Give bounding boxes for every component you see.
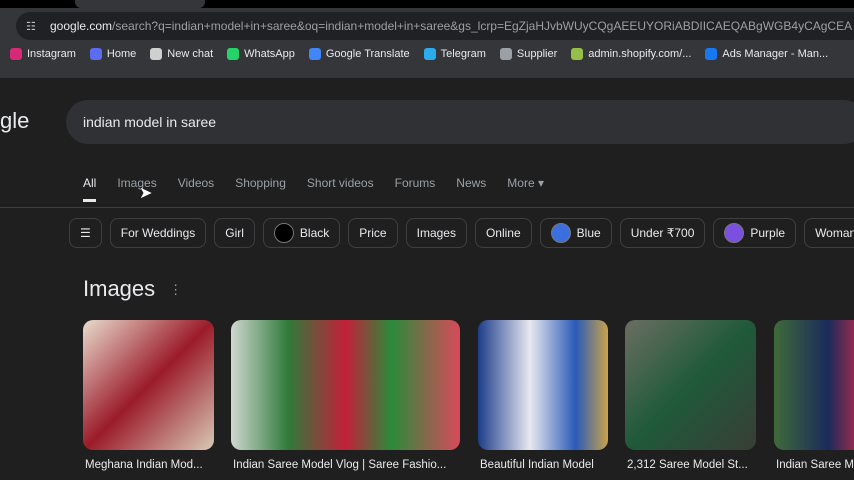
- bookmark-label: WhatsApp: [244, 48, 295, 60]
- filter-chip[interactable]: Black: [262, 218, 341, 248]
- google-logo[interactable]: gle: [0, 108, 29, 134]
- bookmark-item[interactable]: Home: [89, 48, 137, 60]
- filter-chip[interactable]: Online: [474, 218, 532, 248]
- filter-chip[interactable]: For Weddings: [109, 218, 207, 248]
- site-settings-icon[interactable]: ☷: [26, 20, 40, 33]
- tab-strip: [0, 0, 854, 8]
- more-options-icon[interactable]: ⋮: [169, 282, 182, 297]
- bookmark-icon: [89, 48, 102, 60]
- filter-chip[interactable]: Under ₹700: [619, 218, 706, 248]
- chip-label: Purple: [750, 226, 786, 240]
- tab-short-videos[interactable]: Short videos: [307, 176, 374, 202]
- chip-label: Woman: [815, 226, 854, 240]
- images-title: Images: [83, 276, 156, 301]
- bookmark-icon: [705, 48, 718, 60]
- chip-label: Under ₹700: [630, 226, 695, 240]
- tab-all[interactable]: All: [83, 176, 97, 202]
- image-result-5[interactable]: [774, 320, 854, 450]
- bookmark-icon: [10, 48, 22, 60]
- filter-chip[interactable]: Woman: [804, 218, 854, 248]
- bookmark-label: Supplier: [516, 48, 558, 60]
- tab-forums[interactable]: Forums: [395, 176, 436, 202]
- tab-videos[interactable]: Videos: [178, 176, 214, 202]
- filter-chips: ☰ For Weddings Girl Black Price Images Online…: [69, 218, 854, 248]
- color-swatch-icon: [550, 223, 571, 243]
- bookmark-item[interactable]: WhatsApp: [227, 48, 295, 60]
- chip-label: For Weddings: [120, 226, 196, 240]
- image-result-1[interactable]: [83, 320, 214, 450]
- bookmark-label: New chat: [167, 48, 214, 60]
- filter-settings-button[interactable]: ☰: [69, 218, 102, 248]
- bookmark-icon: [227, 48, 240, 60]
- bookmark-label: Home: [106, 48, 137, 60]
- image-caption[interactable]: Meghana Indian Mod...: [85, 459, 203, 471]
- bookmark-item[interactable]: Telegram: [423, 48, 486, 60]
- bookmark-icon: [308, 48, 321, 60]
- chip-label: Price: [359, 226, 387, 240]
- image-caption[interactable]: 2,312 Saree Model St...: [627, 459, 748, 471]
- tab-news[interactable]: News: [456, 176, 486, 202]
- bookmarks-bar: Instagram Home New chat WhatsApp Google Tran…: [10, 48, 828, 60]
- chip-label: Blue: [576, 226, 601, 240]
- search-tabs: All Images Videos Shopping Short videos Forum…: [83, 176, 565, 202]
- image-result-2[interactable]: [231, 320, 460, 450]
- images-section-heading: Images ⋮: [83, 276, 182, 302]
- browser-toolbar: ☷ google.com/search?q=indian+model+in+sa…: [0, 8, 854, 78]
- sliders-icon: ☰: [80, 226, 91, 240]
- address-bar[interactable]: ☷ google.com/search?q=indian+model+in+sa…: [16, 12, 854, 40]
- chip-label: Online: [485, 226, 521, 240]
- mouse-cursor-icon: ➤: [139, 185, 153, 202]
- image-caption[interactable]: Indian Saree M: [776, 459, 854, 471]
- bookmark-icon: [571, 48, 584, 60]
- bookmark-item[interactable]: Google Translate: [308, 48, 410, 60]
- chip-label: Black: [299, 226, 330, 240]
- filter-chip[interactable]: Girl: [214, 218, 255, 248]
- bookmark-label: Ads Manager - Man...: [722, 48, 829, 60]
- bookmark-label: Instagram: [27, 48, 76, 60]
- filter-chip[interactable]: Blue: [539, 218, 612, 248]
- filter-chip[interactable]: Purple: [713, 218, 797, 248]
- bookmark-item[interactable]: admin.shopify.com/...: [571, 48, 691, 60]
- search-input[interactable]: indian model in saree: [66, 100, 854, 144]
- chip-label: Girl: [225, 226, 244, 240]
- bookmark-icon: [423, 48, 436, 60]
- chip-label: Images: [416, 226, 456, 240]
- tab-shopping[interactable]: Shopping: [235, 176, 286, 202]
- image-caption[interactable]: Indian Saree Model Vlog | Saree Fashio..…: [233, 459, 446, 471]
- bookmark-icon: [499, 48, 512, 60]
- image-caption[interactable]: Beautiful Indian Model: [480, 459, 594, 471]
- filter-chip[interactable]: Price: [348, 218, 398, 248]
- filter-chip[interactable]: Images: [405, 218, 467, 248]
- bookmark-item[interactable]: Ads Manager - Man...: [705, 48, 828, 60]
- bookmark-label: Telegram: [440, 48, 486, 60]
- color-swatch-icon: [273, 223, 294, 243]
- url-path: /search?q=indian+model+in+saree&oq=india…: [112, 19, 853, 33]
- image-result-4[interactable]: [625, 320, 756, 450]
- active-tab[interactable]: [75, 0, 205, 8]
- tab-more[interactable]: More ▾: [507, 176, 544, 202]
- search-query: indian model in saree: [83, 114, 217, 130]
- divider: [0, 207, 854, 208]
- image-result-3[interactable]: [478, 320, 608, 450]
- bookmark-item[interactable]: Supplier: [499, 48, 558, 60]
- bookmark-label: admin.shopify.com/...: [588, 48, 692, 60]
- bookmark-item[interactable]: New chat: [150, 48, 213, 60]
- color-swatch-icon: [724, 223, 745, 243]
- bookmark-label: Google Translate: [325, 48, 410, 60]
- url-host: google.com: [50, 19, 113, 33]
- bookmark-item[interactable]: Instagram: [10, 48, 76, 60]
- bookmark-icon: [150, 48, 163, 60]
